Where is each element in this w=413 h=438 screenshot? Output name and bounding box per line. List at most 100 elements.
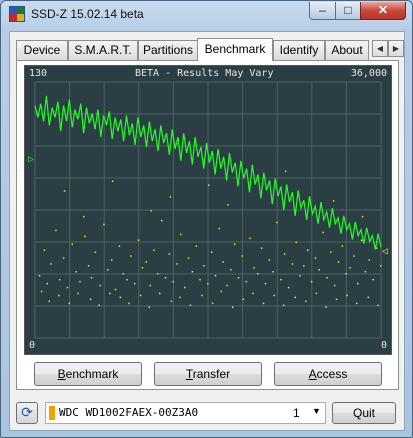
access-dot xyxy=(118,245,121,247)
access-dot xyxy=(368,259,370,261)
access-dot xyxy=(211,302,214,305)
access-dot xyxy=(139,294,142,297)
access-dot xyxy=(77,292,79,295)
access-dot xyxy=(349,267,351,269)
access-dot xyxy=(284,170,287,173)
access-dot xyxy=(148,306,150,308)
client-area: Device S.M.A.R.T. Partitions Benchmark I… xyxy=(9,31,405,431)
access-dot xyxy=(122,273,124,275)
access-dot xyxy=(360,239,363,241)
access-dot xyxy=(43,249,46,251)
access-dot xyxy=(137,239,140,241)
access-dot xyxy=(203,265,205,267)
access-dot xyxy=(172,280,174,283)
access-dot xyxy=(50,263,52,265)
access-dot xyxy=(40,290,43,293)
access-dot xyxy=(160,219,163,222)
access-dot xyxy=(63,190,66,192)
minimize-button[interactable]: – xyxy=(309,2,336,20)
access-dot xyxy=(75,271,77,273)
access-dot xyxy=(380,265,382,267)
access-dot xyxy=(130,255,132,257)
tab-device[interactable]: Device xyxy=(16,40,68,60)
access-dot xyxy=(237,277,240,279)
access-dot xyxy=(376,247,378,249)
access-dot xyxy=(241,255,244,257)
access-dot xyxy=(157,273,159,275)
access-dot xyxy=(310,280,313,283)
tab-scroll-right-icon[interactable]: ▶ xyxy=(388,40,404,57)
access-dot xyxy=(176,263,178,265)
drive-name: WDC WD1002FAEX-00Z3A0 xyxy=(59,406,199,419)
maximize-button[interactable]: □ xyxy=(335,2,361,20)
access-dot xyxy=(356,302,358,305)
transfer-button-label: ransfer xyxy=(192,367,231,381)
access-dot xyxy=(315,292,318,295)
access-dot xyxy=(168,253,171,255)
access-dot xyxy=(153,249,155,251)
access-dot xyxy=(322,231,324,234)
access-dot xyxy=(367,296,369,299)
access-dot xyxy=(184,286,186,289)
app-logo-icon xyxy=(9,6,25,22)
access-dot xyxy=(201,294,203,297)
quit-button[interactable]: Quit xyxy=(332,402,396,424)
access-dot xyxy=(287,286,290,289)
transfer-button[interactable]: Transfer xyxy=(154,362,262,386)
close-button[interactable]: ✕ xyxy=(360,2,406,20)
access-dot xyxy=(59,278,61,281)
drive-index: 1 xyxy=(293,406,300,420)
access-dot xyxy=(141,267,144,269)
tab-partitions[interactable]: Partitions xyxy=(138,40,198,60)
window-title: SSD-Z 15.02.14 beta xyxy=(31,7,144,21)
tab-about[interactable]: About xyxy=(325,40,369,60)
access-dot xyxy=(38,275,41,277)
access-button-label: ccess xyxy=(316,367,348,381)
drive-select[interactable]: WDC WD1002FAEX-00Z3A0 1 ▼ xyxy=(45,402,326,424)
access-dot xyxy=(268,259,271,261)
access-dot xyxy=(110,259,113,261)
access-dot xyxy=(98,304,100,306)
access-dot xyxy=(149,284,151,287)
transfer-button-mnemonic: T xyxy=(185,367,193,381)
access-dot xyxy=(262,302,265,305)
access-dot xyxy=(71,243,73,245)
access-dot xyxy=(260,247,263,249)
access-dot xyxy=(68,302,71,305)
access-button[interactable]: Access xyxy=(274,362,382,386)
access-dot xyxy=(187,257,190,259)
access-dot xyxy=(84,235,86,238)
access-dot xyxy=(357,282,359,285)
chevron-down-icon[interactable]: ▼ xyxy=(312,406,321,416)
tab-smart[interactable]: S.M.A.R.T. xyxy=(68,40,138,60)
access-dot xyxy=(126,278,128,281)
refresh-button[interactable]: ⟳ xyxy=(16,402,38,424)
access-dot xyxy=(214,275,217,277)
access-dot xyxy=(150,210,152,212)
access-dot xyxy=(83,215,85,218)
access-dot xyxy=(111,180,114,182)
access-dot xyxy=(48,300,50,303)
tab-benchmark[interactable]: Benchmark xyxy=(197,38,273,61)
access-dot xyxy=(341,245,344,247)
access-dot xyxy=(252,292,254,295)
access-dot xyxy=(303,265,305,267)
bottom-bar: ⟳ WDC WD1002FAEX-00Z3A0 1 ▼ Quit xyxy=(10,400,404,428)
title-bar[interactable]: SSD-Z 15.02.14 beta – □ ✕ xyxy=(1,1,412,29)
access-button-mnemonic: A xyxy=(308,367,317,381)
access-dot xyxy=(164,277,167,279)
access-dot xyxy=(119,296,122,299)
tab-scroll-left-icon[interactable]: ◀ xyxy=(372,40,388,57)
benchmark-button[interactable]: Benchmark xyxy=(34,362,142,386)
access-dot xyxy=(210,251,213,253)
access-dot xyxy=(218,227,221,230)
access-dot xyxy=(325,306,327,308)
access-dot xyxy=(364,271,367,273)
access-dot xyxy=(170,300,172,303)
access-dot xyxy=(199,278,201,281)
graph-right-min: 0 xyxy=(380,340,387,351)
tab-identify[interactable]: Identify xyxy=(273,40,325,60)
access-dot xyxy=(179,296,181,299)
access-dot xyxy=(346,294,348,297)
access-dot xyxy=(295,241,297,243)
